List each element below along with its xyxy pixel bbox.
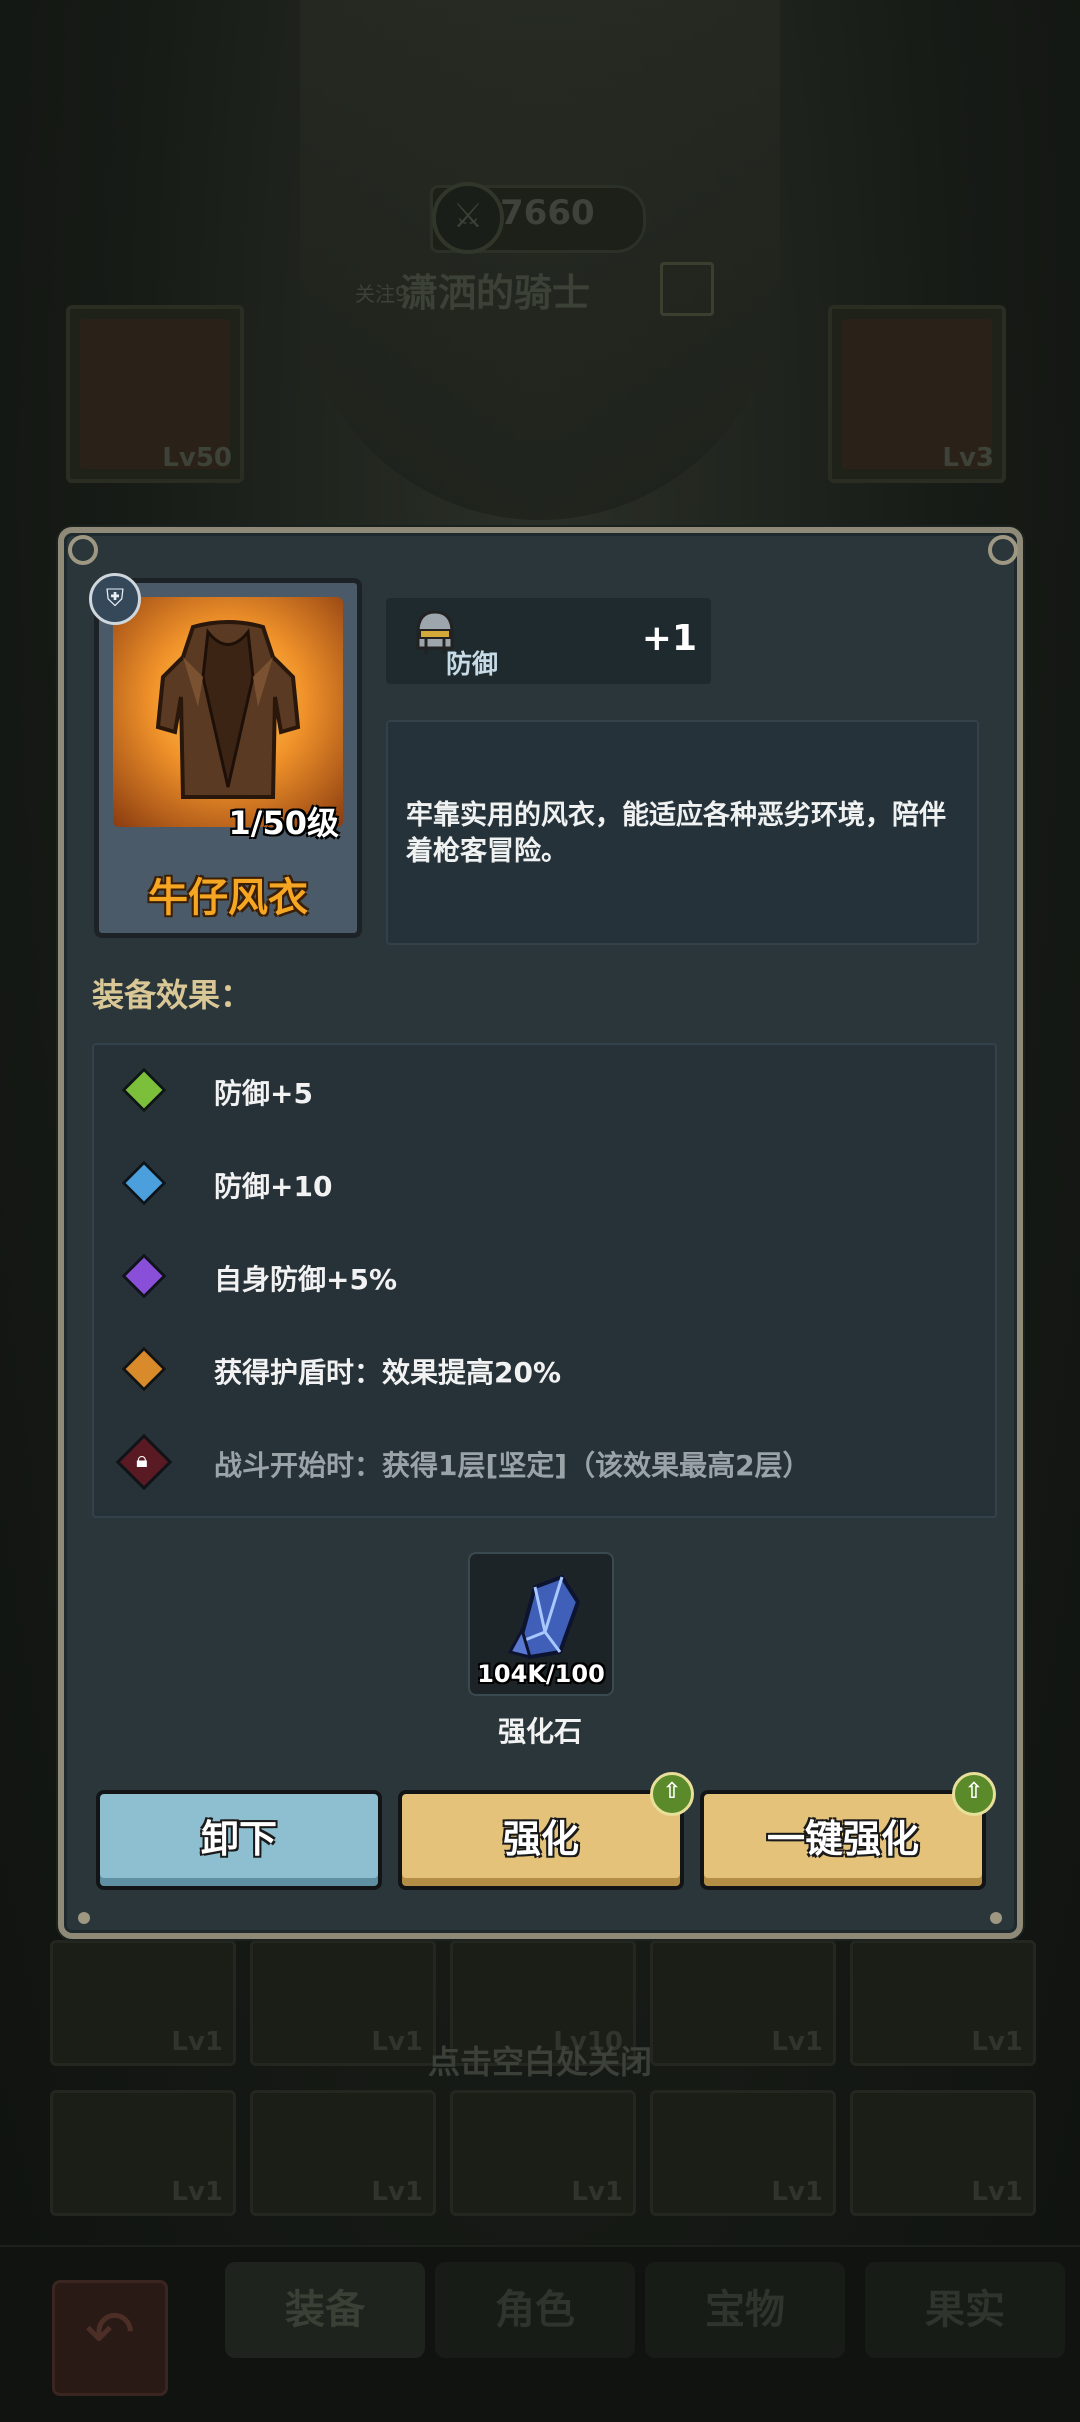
description-box: 牢靠实用的风衣，能适应各种恶劣环境，陪伴着枪客冒险。 — [386, 720, 979, 945]
effect-row: 防御+5 — [114, 1060, 974, 1120]
item-name: 牛仔风衣 — [148, 875, 308, 921]
item-description: 牢靠实用的风衣，能适应各种恶劣环境，陪伴着枪客冒险。 — [406, 800, 946, 867]
effect-row: 自身防御+5% — [114, 1246, 974, 1306]
frame-rivet — [990, 1912, 1002, 1924]
item-card: ⛨ 1/50级 牛仔风衣 — [89, 573, 362, 938]
effect-row: 防御+10 — [114, 1153, 974, 1213]
inventory-slot: Lv1 — [250, 2090, 436, 2216]
effect-text: 防御+5 — [214, 1077, 313, 1110]
material-count: 104K/100 — [477, 1660, 605, 1688]
close-hint[interactable]: 点击空白处关闭 — [0, 2037, 1080, 2083]
item-level: 1/50级 — [228, 804, 340, 842]
slot-level: Lv1 — [171, 2177, 223, 2207]
upgrade-available-icon: ⇧ — [650, 1772, 694, 1816]
power-icon: ⚔ — [432, 182, 504, 254]
equip-slot-left: Lv50 — [66, 305, 244, 483]
effects-title: 装备效果： — [92, 976, 253, 1014]
padlock-icon: 🔒︎ — [136, 1448, 148, 1473]
slot-level: Lv3 — [942, 443, 994, 473]
slot-level: Lv1 — [771, 2177, 823, 2207]
one-click-upgrade-button[interactable]: 一键强化 ⇧ — [700, 1772, 996, 1890]
inventory-slot: Lv1 — [450, 2090, 636, 2216]
effects-list: 防御+5 防御+10 自身防御+5% 获得护盾时：效果提高20% 🔒︎ 战斗开始… — [92, 1043, 997, 1518]
frame-corner-ornament — [68, 535, 98, 565]
frame-corner-ornament — [988, 535, 1018, 565]
effect-row: 获得护盾时：效果提高20% — [114, 1339, 974, 1399]
green-gem-icon — [121, 1067, 167, 1113]
orange-gem-icon — [121, 1346, 167, 1392]
back-arrow-icon: ↶ — [52, 2280, 168, 2396]
slot-level: Lv1 — [571, 2177, 623, 2207]
edit-name-icon — [660, 262, 714, 316]
item-art — [113, 597, 343, 827]
frame-rivet — [78, 1912, 90, 1924]
effect-text: 战斗开始时：获得1层[坚定]（该效果最高2层） — [214, 1449, 811, 1482]
blue-gem-icon — [121, 1160, 167, 1206]
one-click-upgrade-label: 一键强化 — [766, 1817, 919, 1861]
upgrade-button[interactable]: 强化 ⇧ — [398, 1772, 694, 1890]
upgrade-material[interactable]: 104K/100 — [468, 1552, 614, 1696]
inventory-slot: Lv1 — [50, 2090, 236, 2216]
unequip-button[interactable]: 卸下 — [96, 1790, 382, 1890]
background-spotlight — [300, 0, 780, 520]
tab-equipment: 装备 — [225, 2262, 425, 2358]
equip-slot-right: Lv3 — [828, 305, 1006, 483]
inventory-slot: Lv1 — [850, 2090, 1036, 2216]
effect-text: 防御+10 — [214, 1170, 333, 1203]
effect-row-locked: 🔒︎ 战斗开始时：获得1层[坚定]（该效果最高2层） — [114, 1432, 974, 1492]
material-name: 强化石 — [497, 1715, 582, 1748]
slot-level: Lv1 — [371, 2177, 423, 2207]
crystal-icon — [507, 1574, 581, 1660]
stat-value: +1 — [641, 618, 697, 659]
player-name: 潇洒的骑士 — [400, 271, 591, 315]
effect-text: 自身防御+5% — [214, 1263, 397, 1296]
upgrade-available-icon: ⇧ — [952, 1772, 996, 1816]
slot-level: Lv50 — [162, 443, 232, 473]
tab-treasure: 宝物 — [645, 2262, 845, 2358]
stat-box: 防御 +1 — [386, 598, 711, 684]
upgrade-button-label: 强化 — [502, 1817, 579, 1861]
armor-type-icon: ⛨ — [89, 573, 141, 625]
power-value: 7660 — [500, 193, 595, 233]
coat-icon — [155, 620, 301, 799]
tab-character: 角色 — [435, 2262, 635, 2358]
purple-gem-icon — [121, 1253, 167, 1299]
slot-level: Lv1 — [971, 2177, 1023, 2207]
tab-fruit: 果实 — [865, 2262, 1065, 2358]
stat-label: 防御 — [446, 650, 499, 680]
inventory-slot: Lv1 — [650, 2090, 836, 2216]
effect-text: 获得护盾时：效果提高20% — [214, 1356, 562, 1389]
